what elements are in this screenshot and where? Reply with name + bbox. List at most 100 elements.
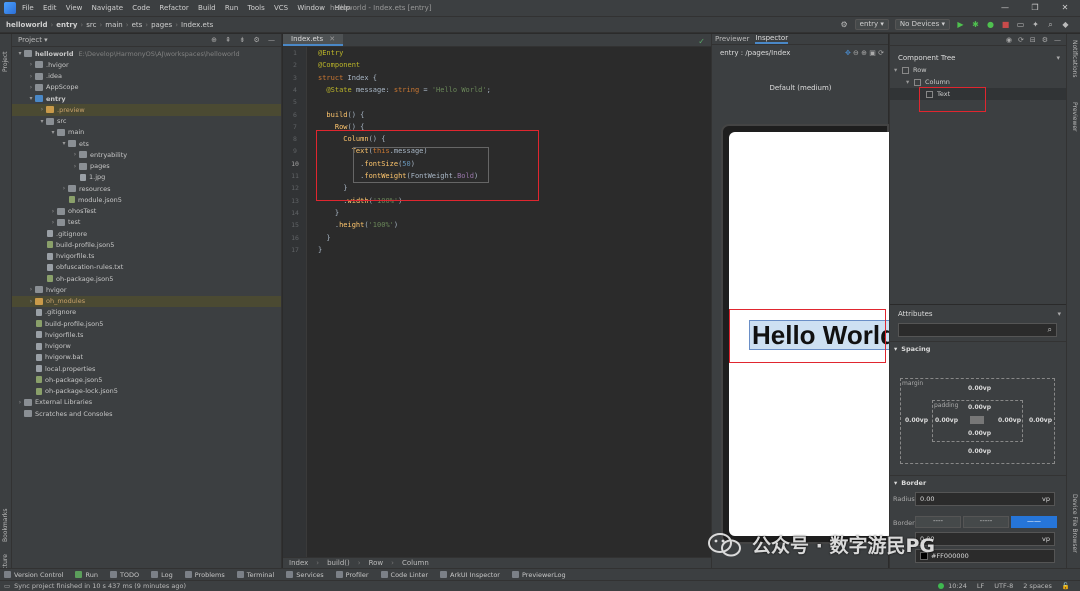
crumb-file[interactable]: Index.ets [181,21,213,29]
attribute-search-input[interactable]: ⌕ [898,323,1057,337]
status-message[interactable]: Sync project finished in 10 s 437 ms (9 … [14,582,186,590]
tree-item[interactable]: hvigorw [12,341,281,352]
device-manager-icon[interactable]: ▭ [1016,20,1025,29]
tree-item[interactable]: › .idea [12,71,281,82]
tree-item[interactable]: build-profile.json5 [12,318,281,329]
chevron-right-icon[interactable]: › [71,163,79,170]
settings-gear-icon[interactable]: ⚙ [840,20,849,29]
border-style-dotted-button[interactable]: ---- [915,516,961,528]
chevron-right-icon[interactable]: › [27,73,35,80]
margin-right-value[interactable]: 0.00vp [1029,417,1052,424]
tree-item[interactable]: obfuscation-rules.txt [12,262,281,273]
refresh-icon[interactable]: ⟳ [1018,36,1024,44]
chevron-right-icon[interactable]: › [27,298,35,305]
tree-item[interactable]: › resources [12,183,281,194]
breadcrumb-column[interactable]: Column [402,559,429,567]
tree-item[interactable]: hvigorw.bat [12,352,281,363]
tree-item[interactable]: module.json5 [12,194,281,205]
search-icon[interactable]: ⌕ [1046,20,1055,29]
locate-icon[interactable]: ⊕ [211,36,217,44]
tree-item[interactable]: .gitignore [12,228,281,239]
chevron-down-icon[interactable]: ▾ [38,118,46,125]
inspector-gear-icon[interactable]: ⚙ [1042,36,1048,44]
tool-version-control[interactable]: Version Control [4,571,63,579]
radius-input[interactable]: 0.00 vp [915,492,1055,506]
tree-item[interactable]: › pages [12,161,281,172]
border-style-solid-button[interactable]: —— [1011,516,1057,528]
tree-item[interactable]: Scratches and Consoles [12,408,281,419]
tree-item[interactable]: ▾ src [12,116,281,127]
tree-item[interactable]: › oh_modules [12,295,281,307]
run-icon[interactable]: ▶ [956,20,965,29]
breadcrumb-row[interactable]: Row [369,559,384,567]
eye-icon[interactable]: ◉ [1006,36,1012,44]
rotate-icon[interactable]: ⟳ [878,49,884,57]
tool-arkui-inspector[interactable]: ArkUI Inspector [440,571,500,579]
file-encoding[interactable]: UTF-8 [994,582,1013,590]
crumb-src[interactable]: src [86,21,96,29]
close-tab-icon[interactable]: ✕ [329,35,335,43]
tool-terminal[interactable]: Terminal [236,571,274,579]
padding-left-value[interactable]: 0.00vp [935,417,958,424]
indent-setting[interactable]: 2 spaces [1023,582,1052,590]
stop-icon[interactable]: ■ [1001,20,1010,29]
component-node[interactable]: ▾ Row [890,64,1066,76]
border-style-dashed-button[interactable]: ----- [963,516,1009,528]
tree-item[interactable]: hvigorfile.ts [12,251,281,262]
chevron-down-icon[interactable]: ▾ [16,50,24,57]
margin-bottom-value[interactable]: 0.00vp [968,448,991,455]
tool-problems[interactable]: Problems [184,571,225,579]
padding-bottom-value[interactable]: 0.00vp [968,430,991,437]
device-file-browser-tool-tab[interactable]: Device File Browser [1071,494,1078,553]
crumb-project[interactable]: helloworld [6,21,47,29]
tree-item[interactable]: .gitignore [12,307,281,318]
padding-top-value[interactable]: 0.00vp [968,404,991,411]
module-select[interactable]: entry ▾ [854,19,889,30]
tree-item[interactable]: ▾ main [12,127,281,138]
crumb-pages[interactable]: pages [151,21,172,29]
chevron-right-icon[interactable]: › [38,106,46,113]
select-component-icon[interactable]: ✥ [845,49,851,57]
chevron-right-icon[interactable]: › [27,61,35,68]
chevron-down-icon[interactable]: ▾ [60,140,68,147]
attributes-dropdown-icon[interactable]: ▾ [1057,310,1061,318]
tree-item[interactable]: › hvigor [12,284,281,295]
chevron-right-icon[interactable]: › [71,151,79,158]
tool-code-linter[interactable]: Code Linter [380,571,428,579]
breadcrumb-index[interactable]: Index [289,559,308,567]
component-tree-dropdown-icon[interactable]: ▾ [1056,54,1060,62]
crumb-module[interactable]: entry [56,21,77,29]
border-color-input[interactable]: #FF000000 [915,549,1055,563]
tab-previewer[interactable]: Previewer [715,35,749,43]
chevron-down-icon[interactable]: ▾ [49,129,57,136]
breadcrumb-build[interactable]: build() [327,559,350,567]
spacing-section-header[interactable]: ▾ Spacing [890,341,1067,355]
menu-navigate[interactable]: Navigate [92,4,123,12]
chevron-down-icon[interactable]: ▾ [894,66,902,74]
tool-services[interactable]: Services [286,571,324,579]
menu-view[interactable]: View [66,4,83,12]
hint-icon[interactable]: ◆ [1061,20,1070,29]
notifications-tool-tab[interactable]: Notifications [1071,40,1078,78]
menu-run[interactable]: Run [225,4,238,12]
tool-previewer-log[interactable]: PreviewerLog [511,571,566,579]
menu-vcs[interactable]: VCS [274,4,288,12]
tree-item[interactable]: › External Libraries [12,397,281,408]
collapse-all-icon[interactable]: ⇞ [225,36,231,44]
tree-item[interactable]: ▾ helloworld E:\Develop\HarmonyOS\AJ\works… [12,48,281,59]
tree-item[interactable]: › .preview [12,104,281,116]
menu-refactor[interactable]: Refactor [159,4,188,12]
border-width-input[interactable]: 0.00 vp [915,532,1055,546]
zoom-out-icon[interactable]: ⊖ [853,49,859,57]
hide-inspector-icon[interactable]: — [1054,36,1061,44]
bookmarks-tool-tab[interactable]: Bookmarks [2,508,9,542]
editor-tab-index[interactable]: Index.ets ✕ [283,34,344,46]
debug-icon[interactable]: ✱ [971,20,980,29]
fit-icon[interactable]: ▣ [869,49,876,57]
chevron-right-icon[interactable]: › [60,185,68,192]
chevron-right-icon[interactable]: › [27,84,35,91]
expand-all-icon[interactable]: ⇟ [239,36,245,44]
crumb-ets[interactable]: ets [132,21,143,29]
chevron-right-icon[interactable]: › [16,399,24,406]
line-separator[interactable]: LF [977,582,984,590]
